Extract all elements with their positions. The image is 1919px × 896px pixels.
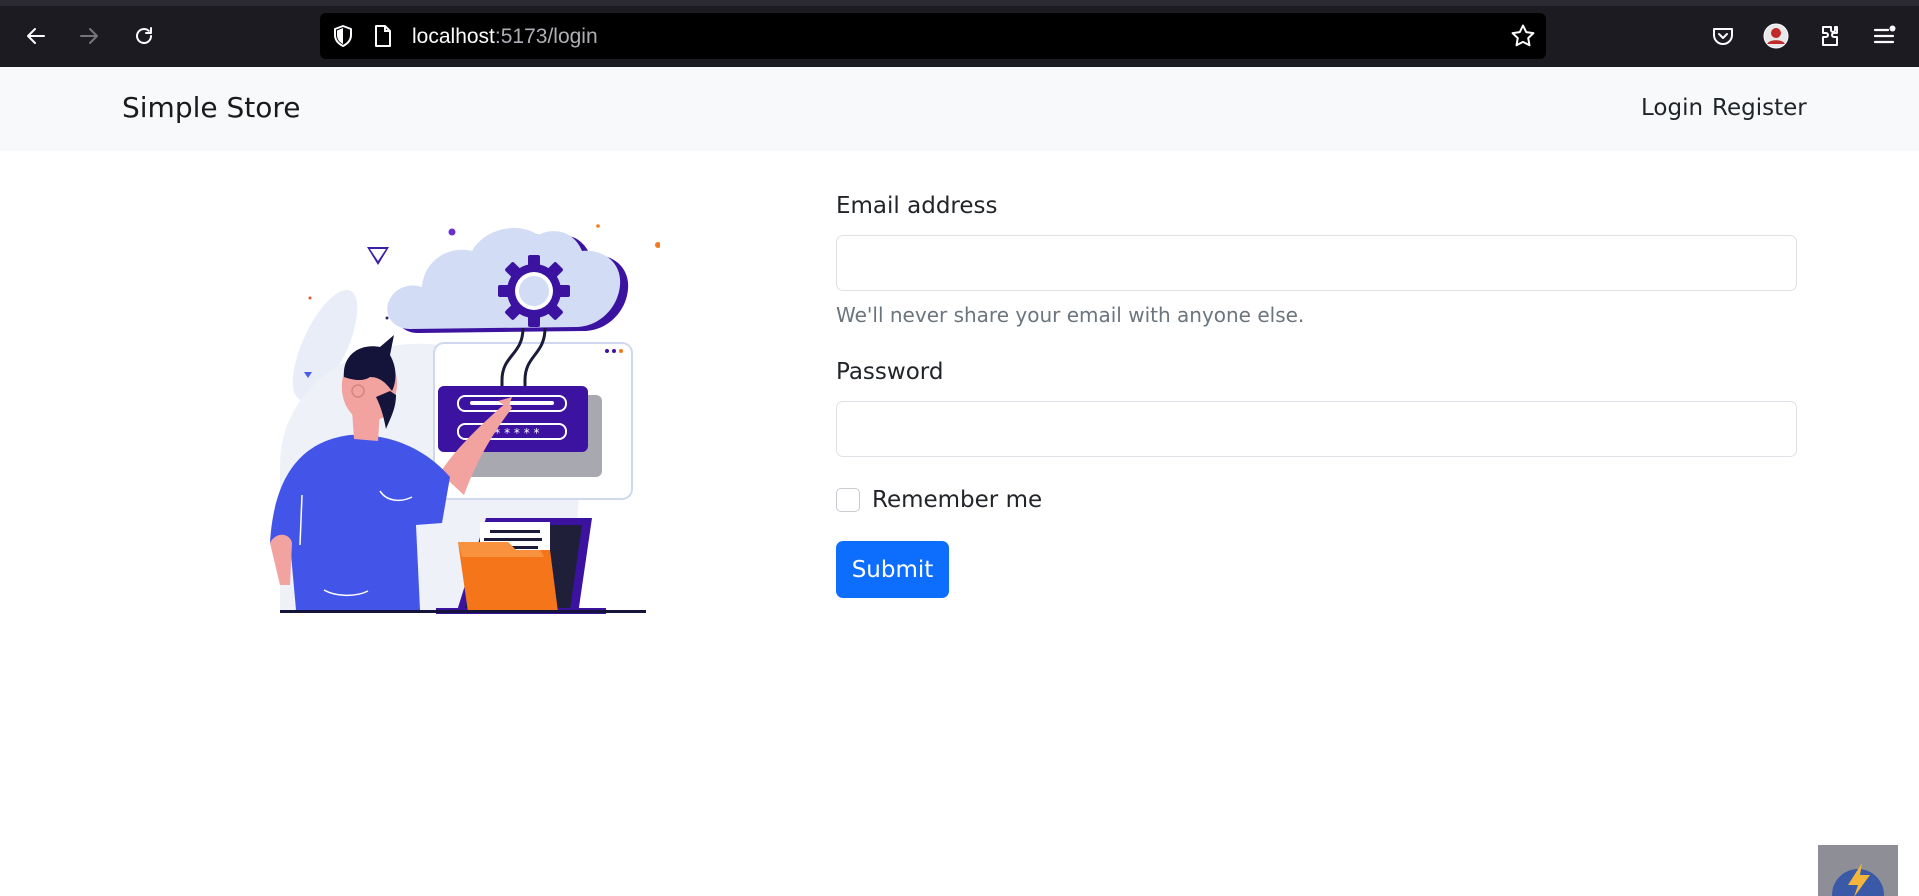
account-avatar-icon[interactable] xyxy=(1760,20,1792,52)
remember-me-label[interactable]: Remember me xyxy=(872,487,1042,513)
pocket-icon[interactable] xyxy=(1707,20,1739,52)
browser-toolbar: localhost:5173/login xyxy=(0,0,1919,68)
shield-icon[interactable] xyxy=(330,23,356,49)
tab-strip xyxy=(0,0,1919,6)
corner-overlay-widget[interactable] xyxy=(1818,845,1898,896)
extensions-icon[interactable] xyxy=(1814,20,1846,52)
url-bar[interactable]: localhost:5173/login xyxy=(320,13,1546,59)
url-host: localhost xyxy=(412,25,495,48)
email-field[interactable] xyxy=(836,235,1797,291)
nav-register-link[interactable]: Register xyxy=(1712,95,1807,121)
page-icon[interactable] xyxy=(370,23,396,49)
remember-me-checkbox[interactable] xyxy=(836,488,860,512)
menu-icon[interactable] xyxy=(1868,20,1900,52)
site-navbar: Simple Store Login Register xyxy=(0,67,1919,151)
reload-icon[interactable] xyxy=(128,20,160,52)
lightning-badge-icon xyxy=(1832,863,1884,896)
nav-login-link[interactable]: Login xyxy=(1641,95,1703,121)
brand-link[interactable]: Simple Store xyxy=(122,91,301,124)
submit-button[interactable]: Submit xyxy=(836,541,949,598)
email-help-text: We'll never share your email with anyone… xyxy=(836,303,1305,327)
email-label: Email address xyxy=(836,193,998,219)
login-illustration: * * * * * * xyxy=(240,205,661,625)
password-label: Password xyxy=(836,359,944,385)
password-field[interactable] xyxy=(836,401,1797,457)
forward-icon[interactable] xyxy=(73,20,105,52)
url-path: :5173/login xyxy=(494,25,598,48)
url-text[interactable]: localhost:5173/login xyxy=(412,25,598,49)
bookmark-star-icon[interactable] xyxy=(1510,23,1536,49)
back-icon[interactable] xyxy=(20,20,52,52)
